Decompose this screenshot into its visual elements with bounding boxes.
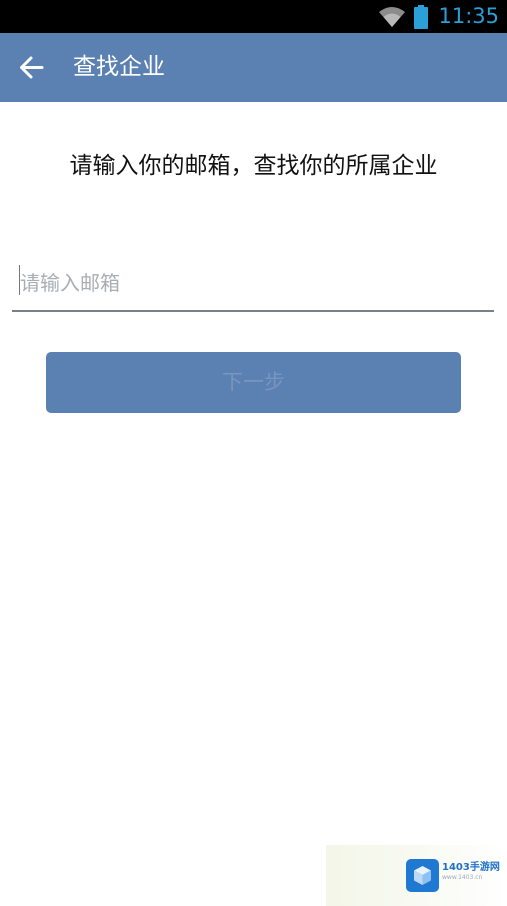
watermark-brand: 1403手游网 bbox=[442, 862, 500, 873]
back-arrow-icon[interactable] bbox=[18, 55, 45, 80]
next-button[interactable]: 下一步 bbox=[46, 352, 461, 413]
app-screen: 11:35 查找企业 请输入你的邮箱，查找你的所属企业 下一步 1403手游网 … bbox=[0, 0, 507, 906]
battery-icon bbox=[414, 4, 429, 29]
watermark: 1403手游网 www.1403.cn bbox=[326, 845, 507, 906]
app-bar: 查找企业 bbox=[0, 33, 507, 102]
status-time: 11:35 bbox=[438, 4, 499, 28]
cube-logo-icon bbox=[406, 859, 439, 892]
email-field[interactable] bbox=[12, 256, 494, 312]
page-title: 查找企业 bbox=[73, 54, 165, 80]
status-icons: 11:35 bbox=[378, 0, 499, 33]
instruction-text: 请输入你的邮箱，查找你的所属企业 bbox=[69, 153, 438, 179]
status-bar: 11:35 bbox=[0, 0, 507, 33]
watermark-site: www.1403.cn bbox=[442, 874, 483, 881]
text-cursor bbox=[19, 265, 20, 295]
wifi-icon bbox=[379, 6, 406, 27]
